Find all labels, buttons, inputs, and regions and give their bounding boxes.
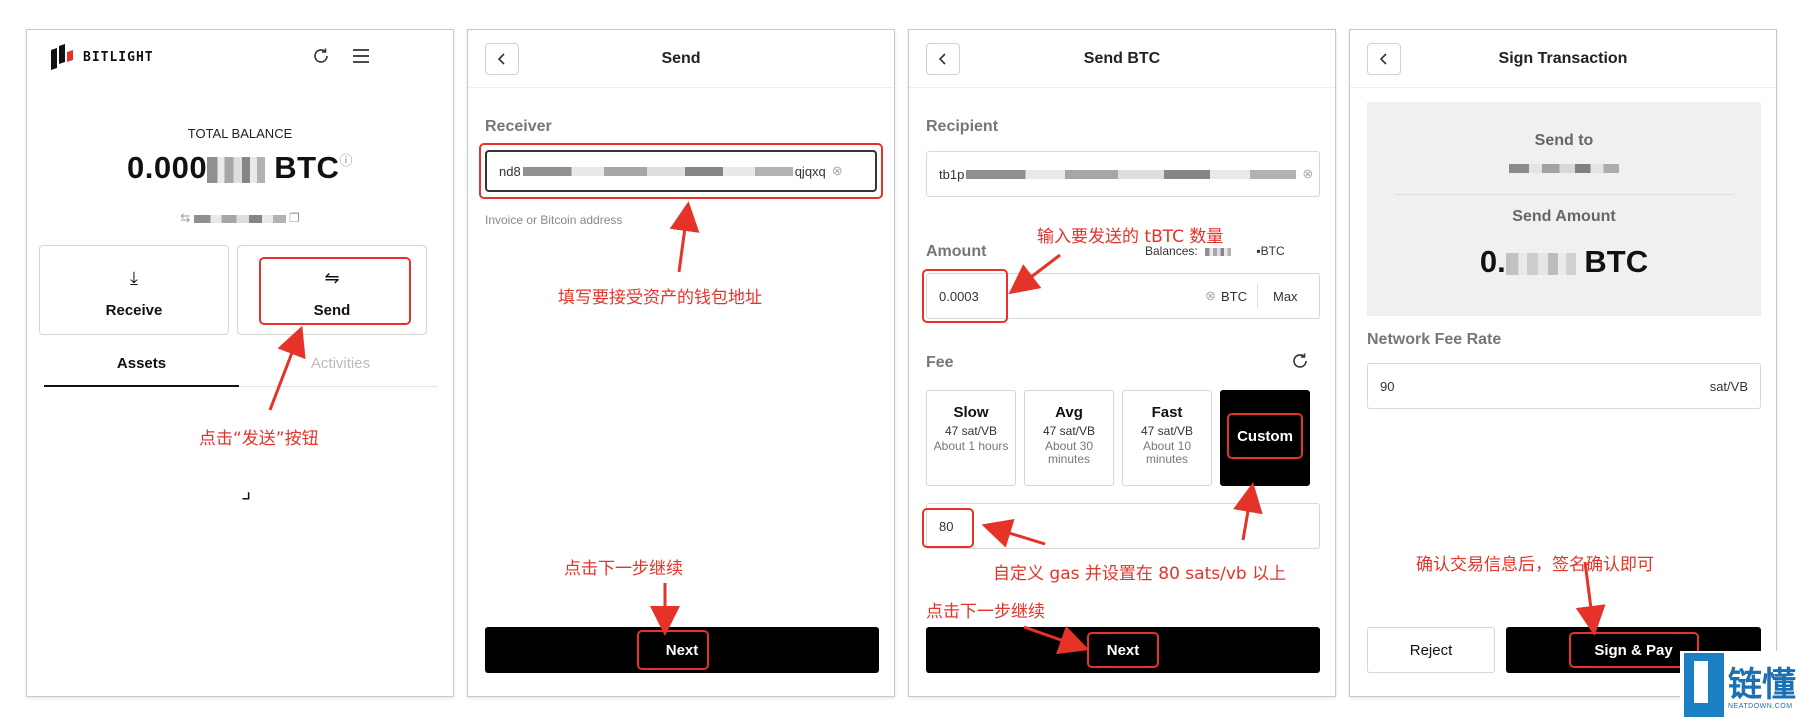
menu-icon[interactable] [349,44,373,68]
redacted-balance-digits [207,156,266,183]
total-balance-value: 0.000 BTCⓘ [27,150,453,186]
send-amount-value: 0. BTC [1367,244,1761,280]
balances-label: Balances: [1145,244,1198,258]
transaction-summary: Send to Send Amount 0. BTC [1367,102,1761,316]
neatdown-watermark: 链懂 NEATDOWN.COM [1680,651,1800,723]
amount-prefix: 0. [1479,244,1506,279]
annotation-sign-confirm: 确认交易信息后，签名确认即可 [1416,555,1654,575]
receive-button[interactable]: ⤓ Receive [39,245,229,335]
send-to-address [1367,160,1761,178]
fee-name: Avg [1055,404,1083,421]
amount-unit: BTC [1584,244,1649,279]
summary-divider [1394,194,1734,195]
total-balance-label: TOTAL BALANCE [187,126,293,141]
redacted-balance [1205,247,1232,256]
bitlight-logo-icon [51,44,73,70]
switch-icon[interactable]: ⇆ [180,211,190,225]
next-highlight-box [637,630,709,670]
recipient-value-start: tb1p [939,166,965,182]
amount-highlight-box [922,269,1008,323]
fee-rate-value: 90 [1380,378,1395,394]
tab-activities[interactable]: Activities [243,355,438,372]
fee-name: Fast [1151,404,1183,421]
reject-label: Reject [1409,641,1453,659]
recipient-input[interactable]: tb1p ⊗ [926,151,1320,197]
fee-option-custom[interactable]: Custom [1220,390,1310,486]
fee-rate-input[interactable]: 90 sat/VB [1367,363,1761,409]
send-screen: Send Receiver nd8 qjqxq ⊗ Invoice or Bit… [467,29,895,697]
fee-time: About 10 minutes [1142,439,1192,466]
fee-option-avg[interactable]: Avg 47 sat/VB About 30 minutes [1024,390,1114,486]
custom-fee-highlight-box [922,508,974,548]
loading-spinner-icon: ⌟ [241,478,252,503]
recipient-label: Recipient [926,118,999,135]
divider [1257,284,1258,308]
redacted-amount [1505,252,1576,275]
page-title: Send BTC [1083,50,1161,67]
active-tab-indicator [44,385,239,387]
annotation-fill-address: 填写要接受资产的钱包地址 [558,288,762,308]
sign-transaction-screen: Sign Transaction Send to Send Amount 0. … [1349,29,1777,697]
send-amount-label: Send Amount [1512,208,1616,225]
sign-header: Sign Transaction [1350,30,1776,88]
receive-label: Receive [105,302,163,319]
annotation-next-step: 点击下一步继续 [564,559,683,579]
page-title: Sign Transaction [1498,50,1628,67]
fee-option-slow[interactable]: Slow 47 sat/VB About 1 hours [926,390,1016,486]
redacted-destination-address [1509,164,1619,174]
tab-assets[interactable]: Assets [44,355,239,372]
fee-rate: 47 sat/VB [1140,424,1194,438]
reject-button[interactable]: Reject [1367,627,1495,673]
page-title: Send [661,50,701,67]
receiver-highlight-box [479,143,883,199]
copy-icon[interactable]: ❐ [289,211,300,225]
brand-name: BITLIGHT [83,49,154,65]
annotation-next-step: 点击下一步继续 [926,602,1045,622]
refresh-icon[interactable] [309,44,333,68]
info-icon[interactable]: ⓘ [339,153,353,168]
download-icon: ⤓ [130,268,138,288]
receiver-hint: Invoice or Bitcoin address [485,213,623,227]
fee-rate-label: Network Fee Rate [1367,331,1502,348]
tab-divider [239,386,438,387]
annotation-custom-gas: 自定义 gas 并设置在 80 sats/vb 以上 [993,564,1287,584]
send-highlight-box [259,257,411,325]
tutorial-stage: BITLIGHT TOTAL BALANCE 0.000 BTCⓘ ⇆ ❐ ⤓ … [0,0,1800,723]
send-header: Send [468,30,894,88]
custom-label: Custom [1227,413,1303,459]
custom-fee-input[interactable]: 80 [926,503,1320,549]
fee-label: Fee [926,354,954,371]
amount-unit: BTC [1221,288,1247,304]
send-to-label: Send to [1534,132,1594,149]
fee-option-fast[interactable]: Fast 47 sat/VB About 10 minutes [1122,390,1212,486]
watermark-subtext: NEATDOWN.COM [1728,703,1793,710]
receiver-label: Receiver [485,118,552,135]
redacted-recipient-address [966,169,1297,179]
balance-unit: BTC [274,150,340,185]
send-btc-screen: Send BTC Recipient tb1p ⊗ 输入要发送的 tBTC 数量… [908,29,1336,697]
wallet-address-row: ⇆ ❐ [27,211,453,225]
balances-unit: ▪BTC [1256,244,1285,258]
fee-rate: 47 sat/VB [1042,424,1096,438]
max-button[interactable]: Max [1273,289,1298,304]
balance-prefix: 0.000 [127,150,208,185]
redacted-wallet-address [193,214,286,223]
wallet-home-screen: BITLIGHT TOTAL BALANCE 0.000 BTCⓘ ⇆ ❐ ⤓ … [26,29,454,697]
watermark-logo-icon [1684,653,1724,717]
fee-name: Slow [953,404,989,421]
watermark-text: 链懂 [1728,665,1796,705]
fee-time: About 30 minutes [1044,439,1094,466]
bitlight-logo: BITLIGHT [49,42,154,72]
next-highlight-box [1087,632,1159,668]
balances-row: Balances: ▪BTC [1145,244,1285,258]
fee-rate-unit: sat/VB [1709,378,1748,394]
clear-icon[interactable]: ⊗ [1302,166,1313,182]
annotation-click-send: 点击“发送”按钮 [199,429,319,449]
clear-icon[interactable]: ⊗ [1205,288,1216,304]
amount-label: Amount [926,243,987,260]
fee-rate: 47 sat/VB [944,424,998,438]
fee-time: About 1 hours [933,439,1009,453]
send-btc-header: Send BTC [909,30,1335,88]
refresh-fee-icon[interactable] [1291,352,1309,375]
